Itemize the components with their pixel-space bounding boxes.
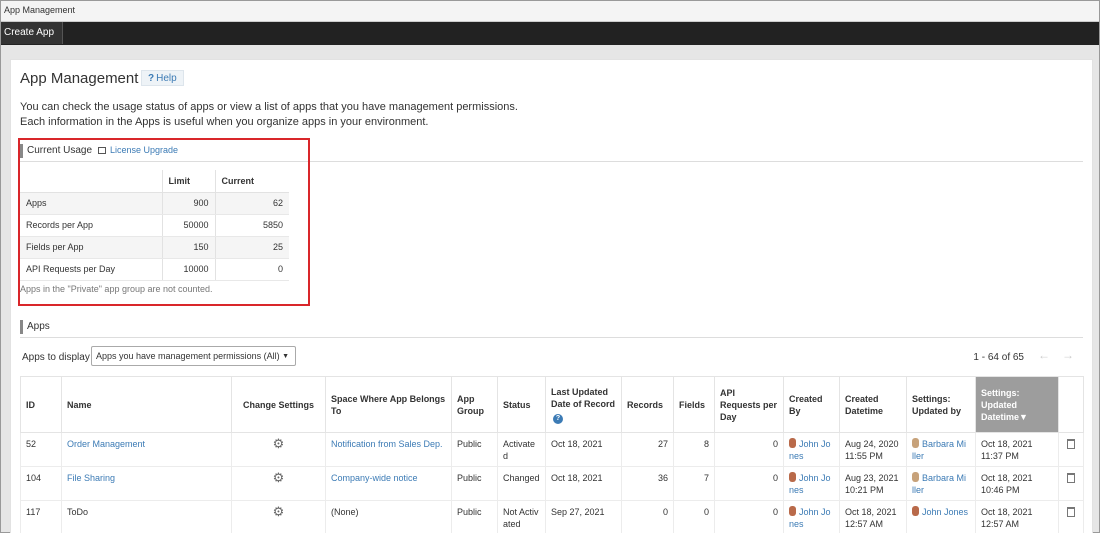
prev-page-arrow-icon[interactable]: ← [1038,348,1050,362]
paging-count: 1 - 64 of 65 [973,352,1024,363]
field-count: 0 [673,500,715,533]
content-background: App Management ? Help You can check the u… [1,45,1099,533]
api-count: 0 [714,432,784,467]
space-link[interactable]: Notification from Sales Dep. [331,439,443,449]
api-count: 0 [714,500,784,533]
col-delete [1058,376,1084,433]
table-row: 104 File Sharing ⚙ Company-wide notice P… [20,466,1084,501]
col-id[interactable]: ID [20,376,62,433]
api-count: 0 [714,466,784,501]
highlight-box [18,138,310,306]
col-space[interactable]: Space Where App Belongs To [325,376,452,433]
question-icon: ? [148,73,155,84]
app-status: Changed [497,466,546,501]
app-group: Public [451,432,498,467]
updated-by-link[interactable]: Barbara Mi ller [912,439,966,461]
trash-icon[interactable] [1067,507,1075,517]
user-avatar-icon [912,472,919,482]
top-toolbar: Create App [1,22,1099,45]
created-datetime: Aug 24, 2020 11:55 PM [839,432,907,467]
last-updated: Oct 18, 2021 [545,432,622,467]
last-updated: Oct 18, 2021 [545,466,622,501]
apps-display-select[interactable]: Apps you have management permissions (Al… [91,346,296,366]
app-name-link[interactable]: Order Management [67,439,145,449]
col-status[interactable]: Status [497,376,546,433]
app-id: 104 [20,466,62,501]
field-count: 7 [673,466,715,501]
table-row: 117 ToDo ⚙ (None) Public Not Activ ated … [20,500,1084,533]
description-line-1: You can check the usage status of apps o… [20,101,518,113]
main-panel: App Management ? Help You can check the u… [10,59,1093,533]
field-count: 8 [673,432,715,467]
space-link[interactable]: Company-wide notice [331,473,418,483]
record-count: 0 [621,500,674,533]
user-avatar-icon [912,506,919,516]
apps-header-row: ID Name Change Settings Space Where App … [20,376,1084,433]
updated-by-link[interactable]: John Jones [922,507,968,517]
created-datetime: Oct 18, 2021 12:57 AM [839,500,907,533]
help-button[interactable]: ? Help [141,70,184,86]
updated-datetime: Oct 18, 2021 11:37 PM [975,432,1059,467]
table-row: 52 Order Management ⚙ Notification from … [20,432,1084,467]
col-created-datetime[interactable]: Created Datetime [839,376,907,433]
col-settings-updated-by[interactable]: Settings: Updated by [906,376,976,433]
apps-display-label: Apps to display [22,352,90,363]
col-last-updated-label: Last Updated Date of Record [551,386,616,409]
question-icon[interactable]: ? [553,413,563,424]
create-app-button[interactable]: Create App [1,22,64,44]
col-change-settings: Change Settings [231,376,326,433]
gear-icon[interactable]: ⚙ [273,436,285,451]
app-id: 52 [20,432,62,467]
page-description: You can check the usage status of apps o… [20,100,518,130]
col-settings-updated-datetime[interactable]: Settings: Updated Datetime▼ [975,376,1059,433]
apps-display-value: Apps you have management permissions (Al… [96,351,280,361]
col-api-requests[interactable]: API Requests per Day [714,376,784,433]
app-id: 117 [20,500,62,533]
apps-table: ID Name Change Settings Space Where App … [20,376,1084,533]
app-group: Public [451,466,498,501]
trash-icon[interactable] [1067,439,1075,449]
record-count: 36 [621,466,674,501]
col-records[interactable]: Records [621,376,674,433]
apps-title: Apps [27,321,50,332]
updated-by-link[interactable]: Barbara Mi ller [912,473,966,495]
app-group: Public [451,500,498,533]
user-avatar-icon [789,506,796,516]
updated-datetime: Oct 18, 2021 12:57 AM [975,500,1059,533]
app-status: Not Activ ated [497,500,546,533]
last-updated: Sep 27, 2021 [545,500,622,533]
user-avatar-icon [912,438,919,448]
app-status: Activate d [497,432,546,467]
help-label: Help [156,73,177,84]
window-title: App Management [1,1,1099,22]
col-created-by[interactable]: Created By [783,376,840,433]
app-name: ToDo [61,500,232,533]
col-last-updated[interactable]: Last Updated Date of Record? [545,376,622,433]
col-name[interactable]: Name [61,376,232,433]
col-app-group[interactable]: App Group [451,376,498,433]
user-avatar-icon [789,438,796,448]
updated-datetime: Oct 18, 2021 10:46 PM [975,466,1059,501]
apps-header: Apps [20,318,1083,338]
page-title: App Management [20,70,139,87]
section-marker [20,320,23,334]
user-avatar-icon [789,472,796,482]
gear-icon[interactable]: ⚙ [273,470,285,485]
col-fields[interactable]: Fields [673,376,715,433]
trash-icon[interactable] [1067,473,1075,483]
next-page-arrow-icon[interactable]: → [1062,348,1074,362]
record-count: 27 [621,432,674,467]
app-name-link[interactable]: File Sharing [67,473,115,483]
gear-icon[interactable]: ⚙ [273,504,285,519]
created-datetime: Aug 23, 2021 10:21 PM [839,466,907,501]
space-name: (None) [325,500,452,533]
description-line-2: Each information in the Apps is useful w… [20,116,429,128]
dropdown-arrow-icon: ▼ [282,353,289,360]
